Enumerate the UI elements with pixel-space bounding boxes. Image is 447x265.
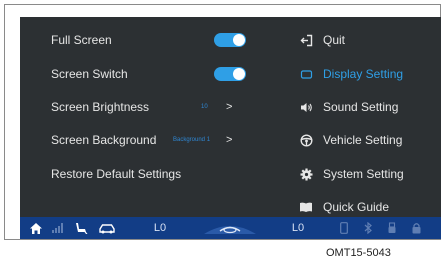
menu-item-quit[interactable]: Quit — [282, 26, 441, 54]
home-icon[interactable] — [28, 217, 44, 239]
restore-defaults-row[interactable]: Restore Default Settings — [20, 160, 275, 188]
lock-icon — [408, 217, 424, 239]
menu-item-label: Display Setting — [323, 67, 404, 81]
seat-icon[interactable] — [72, 217, 90, 239]
usb-icon — [384, 217, 400, 239]
screen-background-row[interactable]: Screen Background Background 1 > — [20, 126, 275, 154]
status-bar: L0 L0 — [20, 217, 441, 239]
full-screen-toggle[interactable] — [214, 33, 246, 47]
bluetooth-icon — [360, 217, 376, 239]
settings-menu: Quit Display Setting Sound Setting Vehic… — [282, 17, 441, 217]
toggle-knob — [233, 68, 245, 80]
screen-switch-toggle[interactable] — [214, 67, 246, 81]
menu-item-sound-setting[interactable]: Sound Setting — [282, 93, 441, 121]
exit-icon — [299, 33, 313, 47]
gear-icon — [299, 167, 313, 181]
menu-item-display-setting[interactable]: Display Setting — [282, 60, 441, 88]
speaker-icon — [299, 100, 313, 114]
figure-frame: Full Screen Screen Switch Screen Brightn… — [4, 4, 441, 240]
steering-wheel-icon — [299, 133, 313, 147]
screen-brightness-label: Screen Brightness — [51, 100, 150, 114]
right-level-indicator[interactable]: L0 — [286, 217, 310, 239]
screen-brightness-row[interactable]: Screen Brightness 10 > — [20, 93, 275, 121]
display-settings-screen: Full Screen Screen Switch Screen Brightn… — [20, 17, 441, 239]
full-screen-row[interactable]: Full Screen — [20, 26, 275, 54]
toggle-knob — [233, 34, 245, 46]
display-icon — [299, 67, 313, 81]
menu-item-label: Sound Setting — [323, 100, 399, 114]
screen-background-label: Screen Background — [51, 133, 157, 147]
chevron-right-icon[interactable]: > — [226, 134, 232, 146]
menu-item-label: Quit — [323, 33, 346, 47]
menu-item-vehicle-setting[interactable]: Vehicle Setting — [282, 126, 441, 154]
screen-brightness-value: 10 — [201, 104, 208, 110]
menu-item-label: System Setting — [323, 167, 404, 181]
menu-item-label: Vehicle Setting — [323, 133, 403, 147]
left-level-indicator[interactable]: L0 — [148, 217, 172, 239]
menu-item-system-setting[interactable]: System Setting — [282, 160, 441, 188]
signal-icon — [50, 217, 66, 239]
car-icon[interactable] — [96, 217, 118, 239]
book-icon — [299, 200, 313, 214]
screen-switch-row[interactable]: Screen Switch — [20, 60, 275, 88]
chevron-right-icon[interactable]: > — [226, 101, 232, 113]
phone-icon — [336, 217, 352, 239]
restore-defaults-label: Restore Default Settings — [51, 167, 182, 181]
full-screen-label: Full Screen — [51, 33, 112, 47]
settings-panel: Full Screen Screen Switch Screen Brightn… — [20, 17, 275, 217]
screen-background-value: Background 1 — [173, 137, 211, 143]
climate-center-icon[interactable] — [202, 217, 258, 239]
screen-switch-label: Screen Switch — [51, 67, 128, 81]
menu-item-label: Quick Guide — [323, 200, 390, 214]
figure-code: OMT15-5043 — [326, 247, 391, 259]
